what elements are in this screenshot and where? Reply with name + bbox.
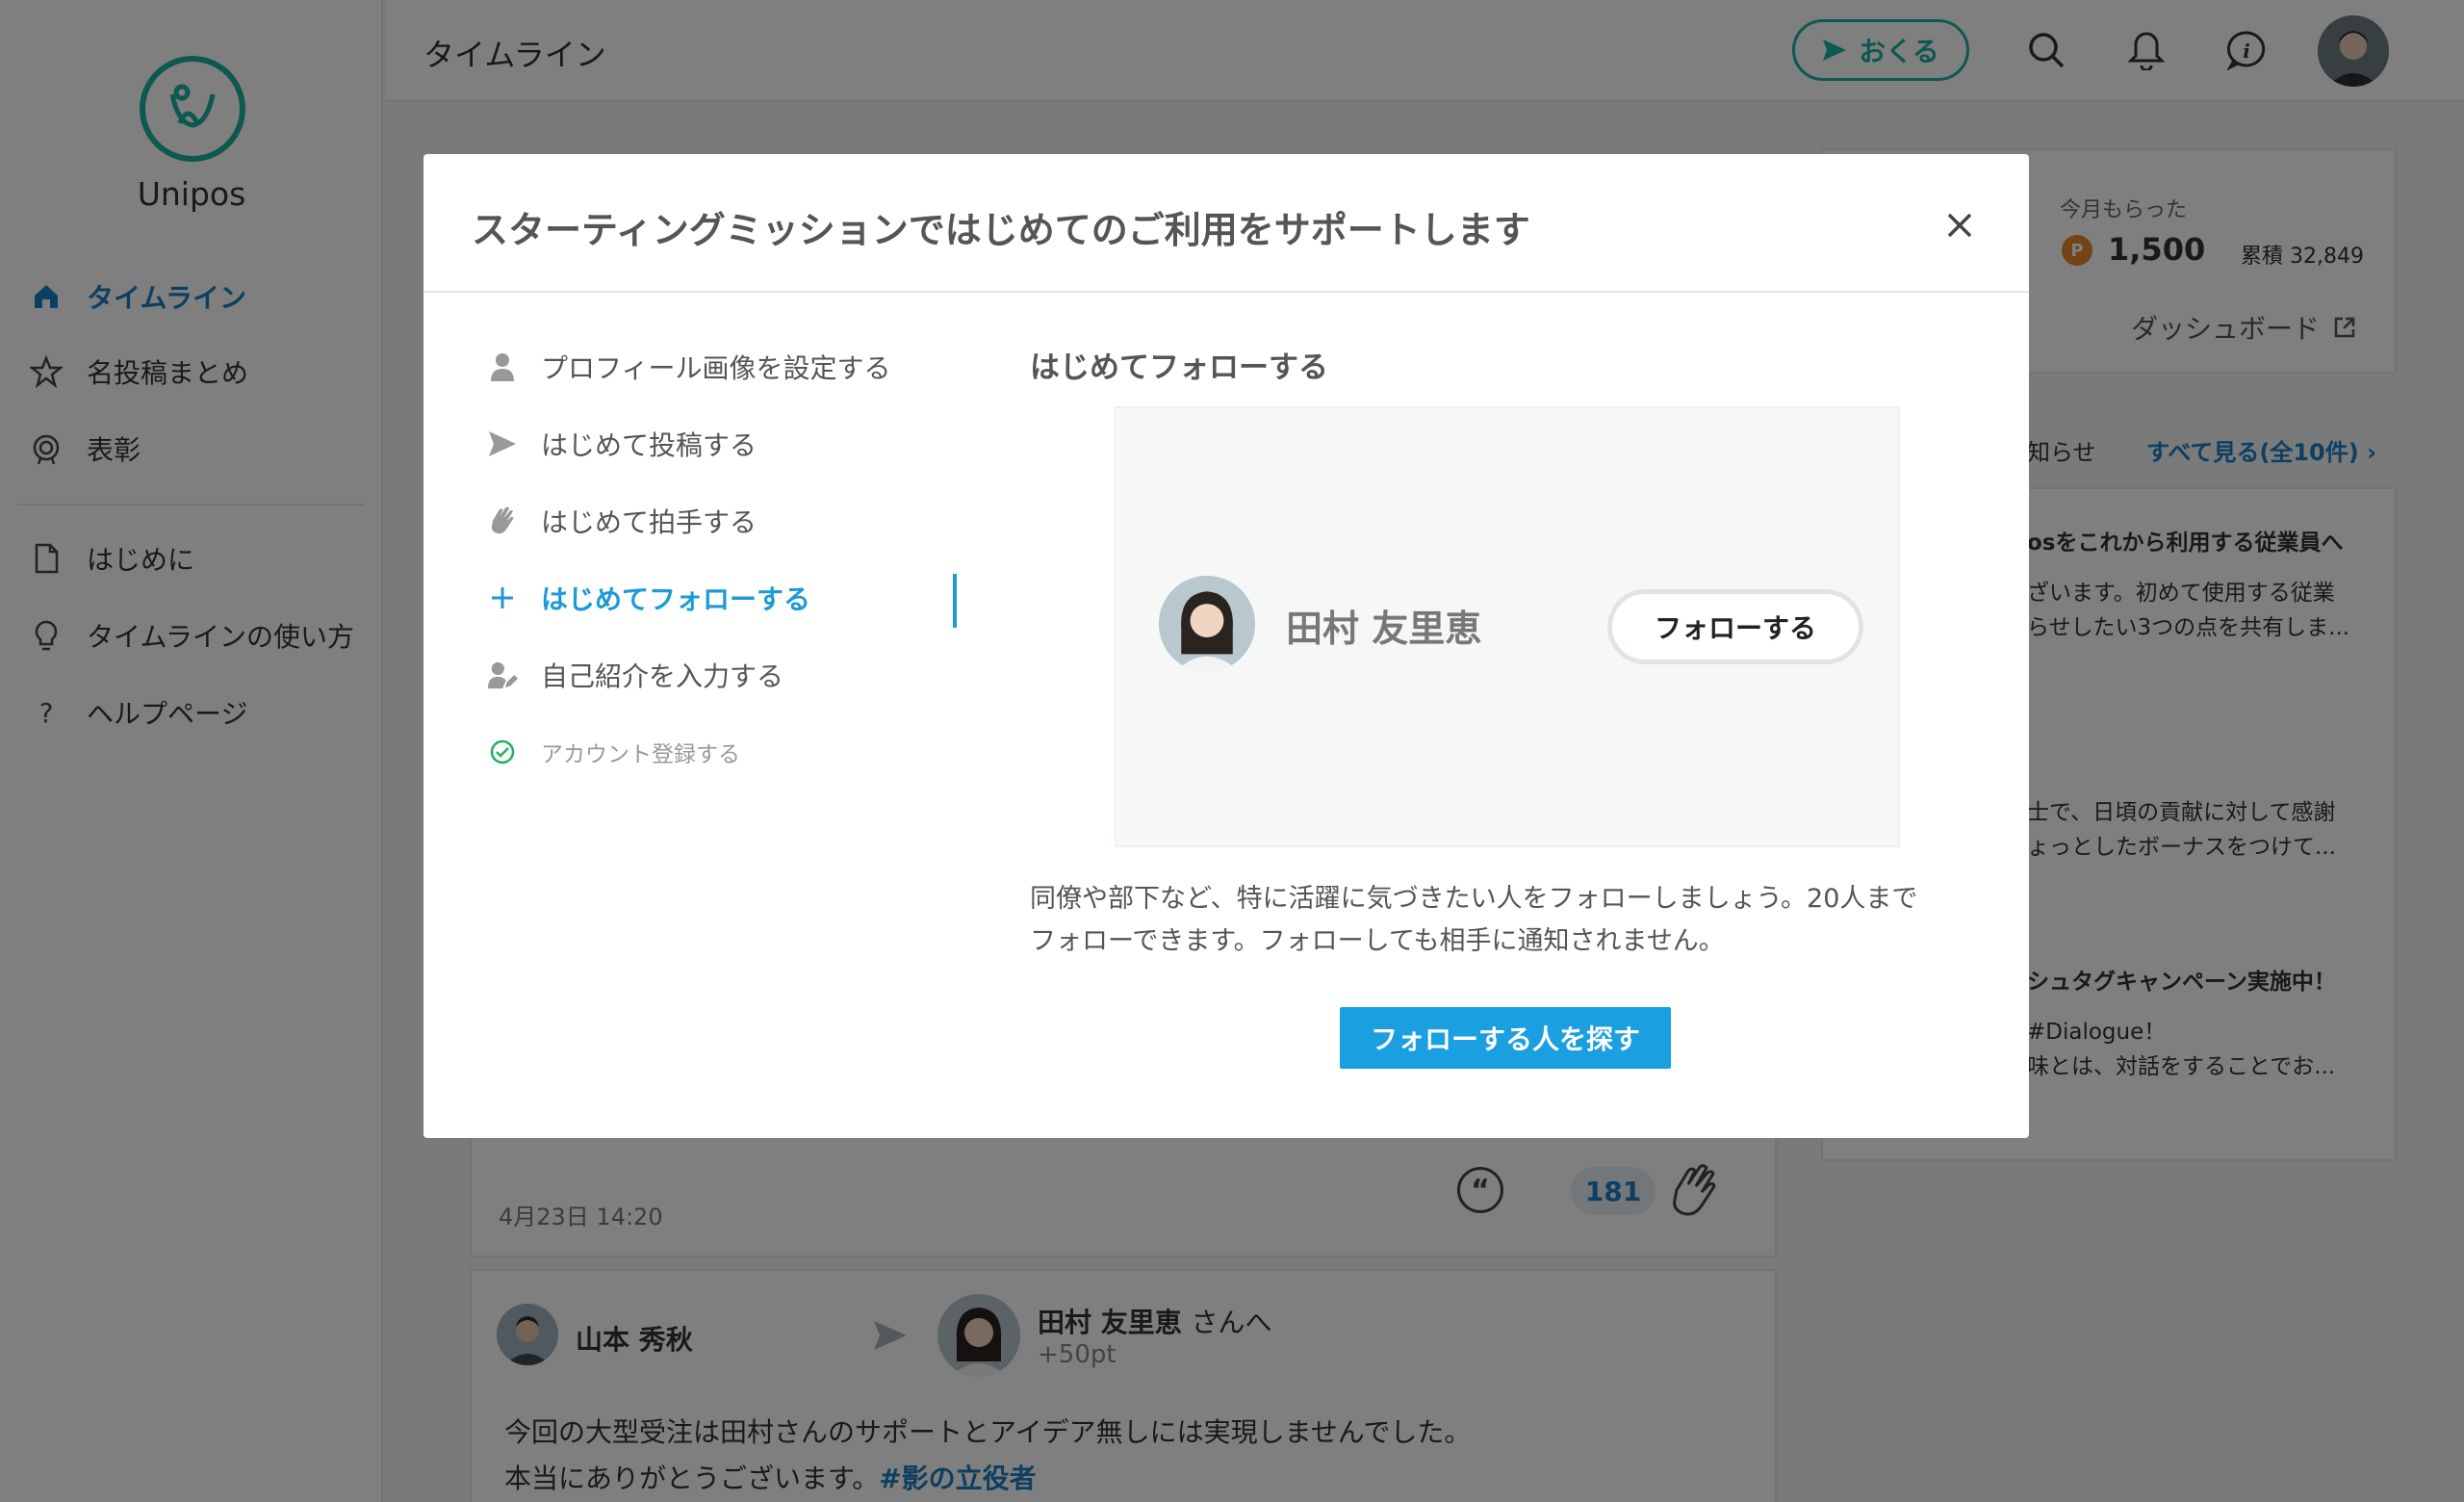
follow-description-line1: 同僚や部下など、特に活躍に気づきたい人をフォローしましょう。20人まで [1030,884,1918,914]
follow-button[interactable]: フォローする [1607,589,1863,664]
find-people-button[interactable]: フォローする人を探す [1340,1007,1671,1069]
step-first-post[interactable]: はじめて投稿する [487,420,757,468]
follow-description-line2: フォローできます。フォローしても相手に通知されません。 [1030,926,1725,956]
starting-mission-modal: スターティングミッションではじめてのご利用をサポートします プロフィール画像を設… [424,154,2029,1138]
panel-title: はじめてフォローする [1030,350,1328,385]
step-label: 自己紹介を入力する [541,660,784,692]
paper-plane-icon [487,428,518,459]
preview-avatar-image [1159,576,1255,672]
step-profile-image[interactable]: プロフィール画像を設定する [487,343,890,391]
step-account-registration[interactable]: アカウント登録する [487,728,740,776]
follow-preview: 田村 友里恵 フォローする [1115,406,1900,847]
plus-icon [487,583,518,613]
user-icon [487,351,518,382]
close-icon[interactable] [1938,204,1981,246]
modal-divider [424,291,2029,293]
check-circle-icon [487,737,518,767]
step-label: はじめて拍手する [541,506,757,538]
follow-description: 同僚や部下など、特に活躍に気づきたい人をフォローしましょう。20人まで フォロー… [1030,878,1917,963]
active-step-indicator [953,574,957,628]
user-edit-icon [487,660,518,690]
clap-icon [487,505,518,536]
step-first-follow[interactable]: はじめてフォローする [487,574,810,622]
step-label: アカウント登録する [541,742,740,767]
step-label: プロフィール画像を設定する [541,352,891,384]
step-self-intro[interactable]: 自己紹介を入力する [487,651,783,699]
step-label: はじめてフォローする [541,583,811,615]
preview-name: 田村 友里恵 [1286,608,1482,650]
modal-title: スターティングミッションではじめてのご利用をサポートします [472,209,1530,251]
preview-avatar [1159,576,1255,672]
step-label: はじめて投稿する [541,429,757,461]
step-first-clap[interactable]: はじめて拍手する [487,497,757,545]
